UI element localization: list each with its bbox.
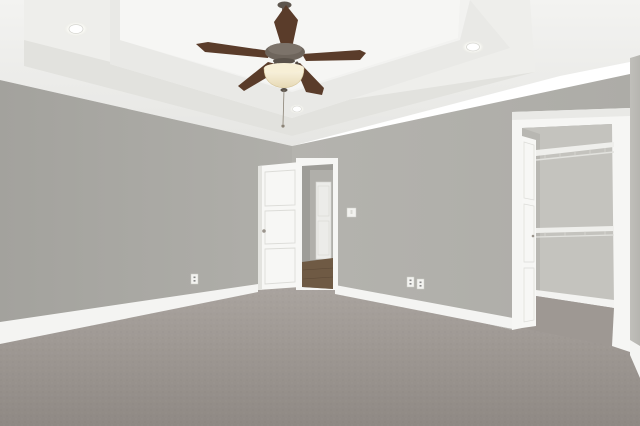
- bedroom-scene: [0, 0, 640, 426]
- recessed-light-left: [63, 21, 89, 37]
- recessed-light-center: [289, 104, 305, 114]
- outlet-left: [190, 273, 199, 285]
- closet-door-handle[interactable]: [531, 234, 535, 238]
- closet-doorway: [512, 108, 630, 352]
- hallway-floor: [302, 258, 333, 289]
- outlet-back-2: [416, 278, 425, 290]
- closet-door[interactable]: [522, 136, 536, 328]
- bedroom-door[interactable]: [258, 162, 300, 290]
- outlet-back-1: [406, 276, 415, 288]
- hallway-doorway: [296, 158, 338, 290]
- recessed-light-right: [461, 40, 485, 54]
- door-handle[interactable]: [262, 229, 266, 233]
